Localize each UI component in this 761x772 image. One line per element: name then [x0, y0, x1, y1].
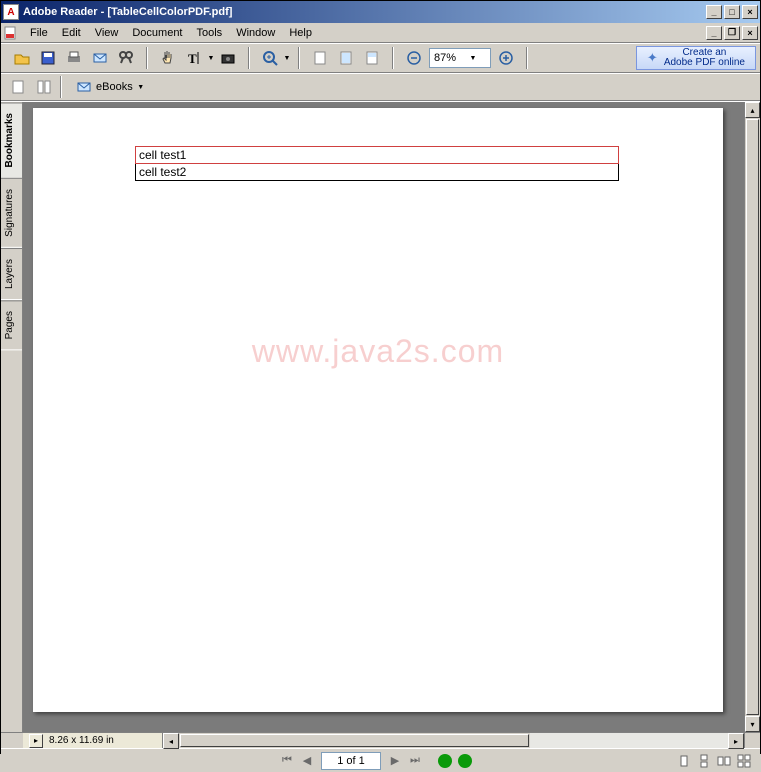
page-mode-button-2[interactable] [32, 75, 56, 99]
facing-view-button[interactable] [714, 752, 734, 770]
snapshot-button[interactable] [216, 46, 240, 70]
mdi-restore-button[interactable]: ❐ [724, 26, 740, 40]
close-button[interactable]: × [742, 5, 758, 19]
zoom-out-button[interactable] [402, 46, 426, 70]
horizontal-scrollbar[interactable]: ◂ ▸ [163, 733, 744, 748]
watermark-text: www.java2s.com [33, 333, 723, 370]
zoom-value-dropdown[interactable]: ▼ [460, 55, 486, 62]
table-cell: cell test1 [136, 147, 619, 164]
document-viewport: cell test1 cell test2 www.java2s.com ▴ ▾ [23, 102, 760, 732]
dimensions-toggle[interactable]: ▸ [29, 734, 43, 748]
forward-view-button[interactable] [456, 752, 474, 770]
table-row: cell test1 [136, 147, 619, 164]
fit-page-button[interactable] [334, 46, 358, 70]
table-cell: cell test2 [136, 164, 619, 181]
sparkle-icon: ✦ [647, 53, 658, 63]
hand-tool-button[interactable] [156, 46, 180, 70]
page-number-field[interactable]: 1 of 1 [321, 752, 381, 770]
continuous-facing-view-button[interactable] [734, 752, 754, 770]
last-page-button[interactable]: ⏭ [406, 752, 424, 770]
zoom-in-button[interactable] [258, 46, 282, 70]
ebooks-label: eBooks [96, 81, 133, 93]
scroll-corner [744, 733, 760, 748]
ebooks-icon [76, 79, 92, 95]
page-dimensions-text: 8.26 x 11.69 in [49, 735, 114, 746]
open-button[interactable] [10, 46, 34, 70]
main-toolbar: T ▼ ▼ 87%▼ ✦ Create an Adobe PDF online [1, 43, 760, 73]
email-button[interactable] [88, 46, 112, 70]
scroll-right-button[interactable]: ▸ [728, 733, 744, 749]
window-controls: _ □ × [704, 5, 758, 19]
status-bar: ⏮ ◀ 1 of 1 ▶ ⏭ [1, 748, 760, 772]
pdf-table: cell test1 cell test2 [135, 146, 619, 181]
create-pdf-online-button[interactable]: ✦ Create an Adobe PDF online [636, 46, 756, 70]
title-bar: A Adobe Reader - [TableCellColorPDF.pdf]… [1, 1, 760, 23]
first-page-button[interactable]: ⏮ [278, 752, 296, 770]
zoom-dropdown[interactable]: ▼ [283, 55, 291, 62]
hscroll-row: ▸ 8.26 x 11.69 in ◂ ▸ [1, 732, 760, 748]
sidebar-tab-layers[interactable]: Layers [1, 248, 22, 300]
text-select-dropdown[interactable]: ▼ [207, 55, 215, 62]
pdf-page: cell test1 cell test2 www.java2s.com [33, 108, 723, 712]
svg-text:T: T [188, 51, 197, 66]
single-page-view-button[interactable] [674, 752, 694, 770]
scroll-thumb[interactable] [746, 119, 759, 715]
menu-tools[interactable]: Tools [190, 25, 230, 41]
view-mode-buttons [674, 752, 754, 770]
next-page-button[interactable]: ▶ [386, 752, 404, 770]
menu-file[interactable]: File [23, 25, 55, 41]
zoom-value-field[interactable]: 87%▼ [429, 48, 491, 68]
menu-edit[interactable]: Edit [55, 25, 88, 41]
minimize-button[interactable]: _ [706, 5, 722, 19]
mdi-close-button[interactable]: × [742, 26, 758, 40]
menu-bar: File Edit View Document Tools Window Hel… [1, 23, 760, 43]
sidebar-tab-pages[interactable]: Pages [1, 300, 22, 350]
zoom-in-button-2[interactable] [494, 46, 518, 70]
mdi-minimize-button[interactable]: _ [706, 26, 722, 40]
zoom-value-text: 87% [434, 52, 460, 64]
page-dimensions-display: ▸ 8.26 x 11.69 in [23, 733, 163, 748]
page-nav: ⏮ ◀ 1 of 1 ▶ ⏭ [277, 752, 475, 770]
prev-page-button[interactable]: ◀ [298, 752, 316, 770]
fit-width-button[interactable] [360, 46, 384, 70]
vertical-scrollbar[interactable]: ▴ ▾ [744, 102, 760, 732]
scroll-down-button[interactable]: ▾ [745, 716, 760, 732]
secondary-toolbar: eBooks ▼ [1, 73, 760, 101]
pdf-doc-icon [3, 25, 19, 41]
menu-help[interactable]: Help [282, 25, 319, 41]
hscroll-thumb[interactable] [180, 734, 529, 747]
menu-window[interactable]: Window [229, 25, 282, 41]
menu-document[interactable]: Document [125, 25, 189, 41]
scroll-up-button[interactable]: ▴ [745, 102, 760, 118]
ebooks-dropdown[interactable]: ▼ [137, 84, 145, 91]
main-area: Bookmarks Signatures Layers Pages cell t… [1, 101, 760, 732]
actual-size-button[interactable] [308, 46, 332, 70]
scroll-left-button[interactable]: ◂ [163, 733, 179, 749]
sidebar-tab-signatures[interactable]: Signatures [1, 178, 22, 248]
back-view-button[interactable] [436, 752, 454, 770]
menu-view[interactable]: View [88, 25, 126, 41]
maximize-button[interactable]: □ [724, 5, 740, 19]
print-button[interactable] [62, 46, 86, 70]
search-button[interactable] [114, 46, 138, 70]
page-number-text: 1 of 1 [337, 755, 365, 767]
app-icon: A [3, 4, 19, 20]
table-row: cell test2 [136, 164, 619, 181]
side-tabs-panel: Bookmarks Signatures Layers Pages [1, 102, 23, 732]
ebooks-button[interactable]: eBooks ▼ [69, 76, 152, 98]
create-pdf-label-2: Adobe PDF online [664, 58, 745, 68]
text-select-button[interactable]: T [182, 46, 206, 70]
page-mode-button-1[interactable] [6, 75, 30, 99]
window-title: Adobe Reader - [TableCellColorPDF.pdf] [23, 6, 704, 18]
mdi-controls: _ ❐ × [704, 26, 758, 40]
sidebar-tab-bookmarks[interactable]: Bookmarks [1, 102, 22, 178]
save-button[interactable] [36, 46, 60, 70]
continuous-view-button[interactable] [694, 752, 714, 770]
document-scroll[interactable]: cell test1 cell test2 www.java2s.com [23, 102, 744, 732]
